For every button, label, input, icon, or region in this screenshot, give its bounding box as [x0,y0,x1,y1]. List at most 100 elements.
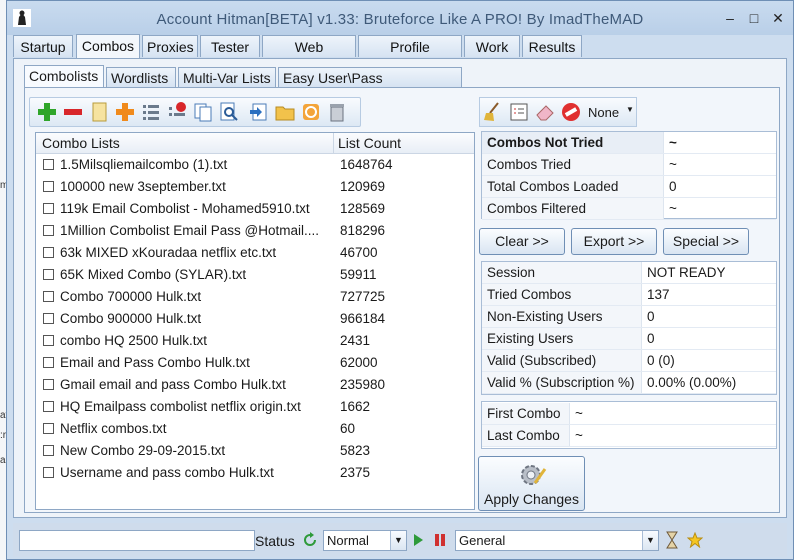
mode-select[interactable]: Normal ▼ [323,530,407,551]
tab-web-analyzer[interactable]: Web Analyzer [262,35,356,77]
list-item[interactable]: Email and Pass Combo Hulk.txt 62000 [36,353,474,375]
pause-icon[interactable] [433,533,447,547]
stat-label: Non-Existing Users [482,306,642,327]
import-icon[interactable] [248,101,270,123]
combo-count: 727725 [340,289,386,304]
row-checkbox[interactable] [43,225,54,236]
clear-button[interactable]: Clear >> [479,228,565,255]
combo-count: 62000 [340,355,378,370]
row-checkbox[interactable] [43,159,54,170]
tab-tester[interactable]: Tester [200,35,260,57]
notes-icon[interactable] [508,101,530,123]
list-item[interactable]: Netflix combos.txt 60 [36,419,474,441]
row-checkbox[interactable] [43,467,54,478]
close-button[interactable]: ✕ [767,9,789,27]
trash-icon[interactable] [326,101,348,123]
search-file-icon[interactable] [218,101,240,123]
row-checkbox[interactable] [43,423,54,434]
list-item[interactable]: 100000 new 3september.txt 120969 [36,177,474,199]
row-checkbox[interactable] [43,181,54,192]
refresh-icon[interactable] [302,532,318,548]
subtab-wordlists[interactable]: Wordlists [106,67,176,87]
combo-name: Netflix combos.txt [60,421,167,436]
stat-value: 0 (0) [647,353,675,368]
star-icon[interactable] [687,532,703,548]
list-item[interactable]: Combo 900000 Hulk.txt 966184 [36,309,474,331]
add-icon[interactable] [36,101,58,123]
subtab-combolists[interactable]: Combolists [24,65,104,88]
export-button[interactable]: Export >> [571,228,657,255]
combo-name: 1Million Combolist Email Pass @Hotmail..… [60,223,320,238]
subtab-easy-user-pass[interactable]: Easy User\Pass Manipulation [278,67,462,106]
add-orange-icon[interactable] [114,101,136,123]
tab-work[interactable]: Work [464,35,520,57]
list-item[interactable]: Gmail email and pass Combo Hulk.txt 23598… [36,375,474,397]
combo-list[interactable]: Combo Lists List Count 1.5Milsqliemailco… [35,132,475,510]
filter-dropdown[interactable]: None [588,105,619,120]
row-checkbox[interactable] [43,313,54,324]
stat-row: Valid % (Subscription %) 0.00% (0.00%) [482,372,776,394]
chevron-down-icon[interactable]: ▼ [626,105,634,114]
list-item[interactable]: 63k MIXED xKouradaa netflix etc.txt 46700 [36,243,474,265]
category-select[interactable]: General ▼ [455,530,659,551]
combo-name: Username and pass combo Hulk.txt [60,465,274,480]
row-checkbox[interactable] [43,269,54,280]
window-title: Account Hitman[BETA] v1.33: Bruteforce L… [156,11,644,28]
maximize-button[interactable]: □ [743,9,765,27]
eraser-icon[interactable] [534,101,556,123]
stat-label: Tried Combos [482,284,642,305]
list-item[interactable]: 119k Email Combolist - Mohamed5910.txt 12… [36,199,474,221]
broom-icon[interactable] [482,101,504,123]
play-icon[interactable] [411,533,425,547]
list-icon[interactable] [140,101,162,123]
row-checkbox[interactable] [43,379,54,390]
list-item[interactable]: 1Million Combolist Email Pass @Hotmail..… [36,221,474,243]
row-checkbox[interactable] [43,445,54,456]
tab-combos[interactable]: Combos [76,34,140,58]
combo-name: New Combo 29-09-2015.txt [60,443,226,458]
remove-icon[interactable] [62,101,84,123]
row-checkbox[interactable] [43,291,54,302]
refresh-icon[interactable] [300,101,322,123]
row-checkbox[interactable] [43,357,54,368]
list-item[interactable]: Combo 700000 Hulk.txt 727725 [36,287,474,309]
stat-label: Valid (Subscribed) [482,350,642,371]
tab-results[interactable]: Results [522,35,582,57]
combo-count: 1662 [340,399,371,414]
tab-startup[interactable]: Startup [13,35,73,57]
stat-value: ~ [575,428,583,443]
col-list-count[interactable]: List Count [338,135,401,151]
no-entry-icon[interactable] [560,101,582,123]
combo-count: 2431 [340,333,371,348]
tab-proxies[interactable]: Proxies [142,35,198,57]
list-item[interactable]: Username and pass combo Hulk.txt 2375 [36,463,474,485]
combo-name: Combo 900000 Hulk.txt [60,311,202,326]
mode-value: Normal [327,533,369,548]
combo-name: 1.5Milsqliemailcombo (1).txt [60,157,228,172]
new-file-icon[interactable] [88,101,110,123]
apply-changes-button[interactable]: Apply Changes [478,456,585,511]
row-checkbox[interactable] [43,401,54,412]
stat-row: Combos Filtered ~ [482,198,776,220]
gear-icon [521,465,547,485]
list-item[interactable]: combo HQ 2500 Hulk.txt 2431 [36,331,474,353]
delete-list-icon[interactable] [166,101,188,123]
col-combo-lists[interactable]: Combo Lists [42,135,120,151]
tab-profile-settings[interactable]: Profile Settings [358,35,462,77]
combo-name: Combo 700000 Hulk.txt [60,289,202,304]
list-item[interactable]: New Combo 29-09-2015.txt 5823 [36,441,474,463]
status-label: Status [255,533,295,549]
list-item[interactable]: 65K Mixed Combo (SYLAR).txt 59911 [36,265,474,287]
status-input[interactable] [19,530,255,551]
row-checkbox[interactable] [43,335,54,346]
list-item[interactable]: HQ Emailpass combolist netflix origin.tx… [36,397,474,419]
folder-icon[interactable] [274,101,296,123]
list-item[interactable]: 1.5Milsqliemailcombo (1).txt 1648764 [36,155,474,177]
special-button[interactable]: Special >> [663,228,749,255]
stat-row: Total Combos Loaded 0 [482,176,776,198]
copy-icon[interactable] [192,101,214,123]
row-checkbox[interactable] [43,203,54,214]
subtab-multi-var-lists[interactable]: Multi-Var Lists [178,67,276,87]
row-checkbox[interactable] [43,247,54,258]
minimize-button[interactable]: – [719,9,741,27]
